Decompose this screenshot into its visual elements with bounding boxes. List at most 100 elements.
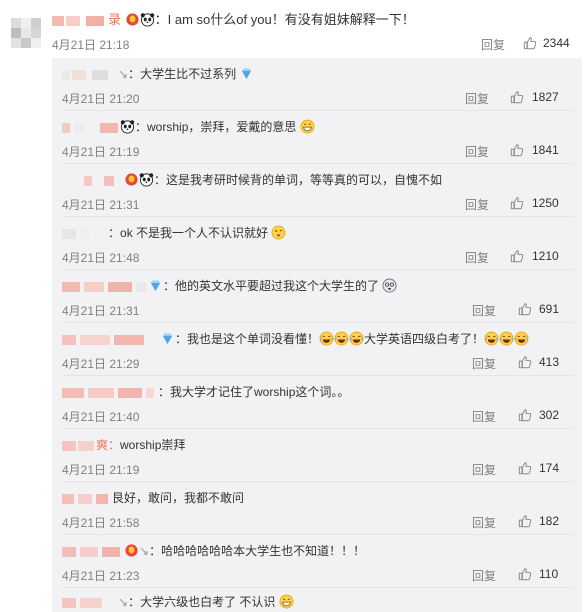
reply-body: 我大学才记住了worship这个词。。 [170, 385, 350, 399]
grin-icon [279, 594, 294, 609]
badge-icon [125, 12, 140, 27]
reply-button[interactable]: 回复 [465, 143, 489, 160]
username-blurred[interactable] [62, 596, 118, 610]
thumbs-up-icon[interactable] [510, 196, 524, 210]
reply-body-2: 大学英语四级白考了！ [364, 332, 485, 346]
list-item: 爽：worship崇拜 4月21日 21:19 回复 174 [52, 429, 582, 482]
grin-icon [300, 119, 315, 134]
username-suffix[interactable]: 爽： [96, 438, 120, 452]
top-comment-text: 录 ：I am so什么of you！有没有姐妹解释一下！ [52, 12, 415, 28]
panda-icon [139, 172, 154, 187]
reply-button[interactable]: 回复 [481, 36, 505, 53]
username-blurred[interactable] [62, 227, 108, 241]
list-item: 艮好，敢问，我都不敢问 4月21日 21:58 回复 182 [52, 482, 582, 535]
reply-body: worship，崇拜，爱戴的意思 [147, 120, 297, 134]
username-blurred[interactable] [84, 174, 124, 188]
reply-time: 4月21日 21:19 [62, 463, 140, 477]
thumbs-up-icon[interactable] [523, 36, 537, 50]
list-item: ：他的英文水平要超过我这个大学生的了 4月21日 21:31 回复 691 [52, 270, 582, 323]
gem-icon [239, 66, 254, 81]
username-blurred[interactable] [62, 492, 112, 506]
list-item: ↘：大学生比不过系列 4月21日 21:20 回复 1827 [52, 58, 582, 111]
list-item: ↘：哈哈哈哈哈哈本大学生也不知道！！！ 4月21日 21:23 回复 110 [52, 535, 582, 588]
username-blurred[interactable] [62, 545, 124, 559]
reply-button[interactable]: 回复 [465, 196, 489, 213]
thumbs-up-icon[interactable] [518, 461, 532, 475]
reply-time: 4月21日 21:29 [62, 357, 140, 371]
laugh-cry-icon [484, 331, 499, 346]
like-count: 1841 [532, 143, 559, 157]
replies-panel: ↘：大学生比不过系列 4月21日 21:20 回复 1827 ：worship，… [52, 58, 582, 612]
reply-body: 他的英文水平要超过我这个大学生的了 [175, 279, 380, 293]
reply-button[interactable]: 回复 [472, 461, 496, 478]
list-item: ：我也是这个单词没看懂！ 大学英语四级白考了！ 4月21日 21:29 回复 41… [52, 323, 582, 376]
username-blurred[interactable] [62, 439, 96, 453]
thumbs-up-icon[interactable] [510, 143, 524, 157]
laugh-cry-icon [499, 331, 514, 346]
thumbs-up-icon[interactable] [518, 567, 532, 581]
laugh-cry-icon [514, 331, 529, 346]
list-item: ：我大学才记住了worship这个词。。 4月21日 21:40 回复 302 [52, 376, 582, 429]
badge-icon [124, 172, 139, 187]
medal-icon [160, 331, 175, 346]
like-count: 1210 [532, 249, 559, 263]
medal-icon [148, 278, 163, 293]
thumbs-up-icon[interactable] [518, 408, 532, 422]
reply-body: 大学六级也白考了 不认识 [140, 595, 276, 609]
reply-body: ok 不是我一个人不认识就好 [120, 226, 269, 240]
username-blurred[interactable] [62, 386, 158, 400]
list-item: ：worship，崇拜，爱戴的意思 4月21日 21:19 回复 1841 [52, 111, 582, 164]
comment-time: 4月21日 21:18 [52, 38, 130, 52]
like-count: 691 [539, 302, 560, 316]
reply-time: 4月21日 21:23 [62, 569, 140, 583]
laugh-cry-icon [334, 331, 349, 346]
thumbs-up-icon[interactable] [518, 514, 532, 528]
username-suffix[interactable]: 录 [108, 12, 121, 27]
reply-time: 4月21日 21:19 [62, 145, 140, 159]
reply-time: 4月21日 21:48 [62, 251, 140, 265]
dizzy-icon [382, 278, 397, 293]
reply-time: 4月21日 21:58 [62, 516, 140, 530]
thumbs-up-icon[interactable] [510, 90, 524, 104]
reply-button[interactable]: 回复 [465, 249, 489, 266]
reply-button[interactable]: 回复 [472, 408, 496, 425]
thumbs-up-icon[interactable] [510, 249, 524, 263]
laugh-cry-icon [349, 331, 364, 346]
reply-time: 4月21日 21:20 [62, 92, 140, 106]
username-blurred[interactable] [62, 68, 118, 82]
like-count: 174 [539, 461, 560, 475]
panda-icon [140, 12, 155, 27]
reply-button[interactable]: 回复 [472, 302, 496, 319]
thumbs-up-icon[interactable] [518, 355, 532, 369]
list-item: ：ok 不是我一个人不认识就好 4月21日 21:48 回复 1210 [52, 217, 582, 270]
reply-body: 艮好，敢问，我都不敢问 [112, 491, 245, 505]
thumbs-up-icon[interactable] [518, 302, 532, 316]
reply-body: 大学生比不过系列 [140, 67, 237, 81]
like-count: 1250 [532, 196, 559, 210]
reply-button[interactable]: 回复 [472, 514, 496, 531]
reply-button[interactable]: 回复 [465, 90, 489, 107]
username-blurred[interactable] [62, 121, 120, 135]
username-blurred[interactable] [62, 280, 148, 294]
list-item: ↘：大学六级也白考了 不认识 [52, 588, 582, 612]
comment-body: I am so什么of you！有没有姐妹解释一下！ [167, 12, 415, 27]
reply-body: 我也是这个单词没看懂！ [187, 332, 320, 346]
like-count: 110 [539, 567, 559, 581]
top-comment: 录 ：I am so什么of you！有没有姐妹解释一下！ 4月21日 21:1… [0, 0, 588, 58]
badge-icon [124, 543, 139, 558]
reply-body: 哈哈哈哈哈哈本大学生也不知道！！！ [161, 544, 366, 558]
reply-time: 4月21日 21:31 [62, 304, 140, 318]
like-count: 1827 [532, 90, 559, 104]
list-item: ：这是我考研时候背的单词，等等真的可以，自愧不如 4月21日 21:31 回复 … [52, 164, 582, 217]
wink-icon [271, 225, 286, 240]
username-blurred[interactable] [52, 14, 108, 28]
reply-button[interactable]: 回复 [472, 355, 496, 372]
avatar[interactable] [11, 18, 41, 48]
username-blurred[interactable] [62, 333, 160, 347]
like-count: 2344 [543, 36, 570, 50]
like-count: 302 [539, 408, 560, 422]
reply-body: 这是我考研时候背的单词，等等真的可以，自愧不如 [166, 173, 443, 187]
reply-time: 4月21日 21:31 [62, 198, 140, 212]
panda-icon [120, 119, 135, 134]
reply-button[interactable]: 回复 [472, 567, 496, 584]
